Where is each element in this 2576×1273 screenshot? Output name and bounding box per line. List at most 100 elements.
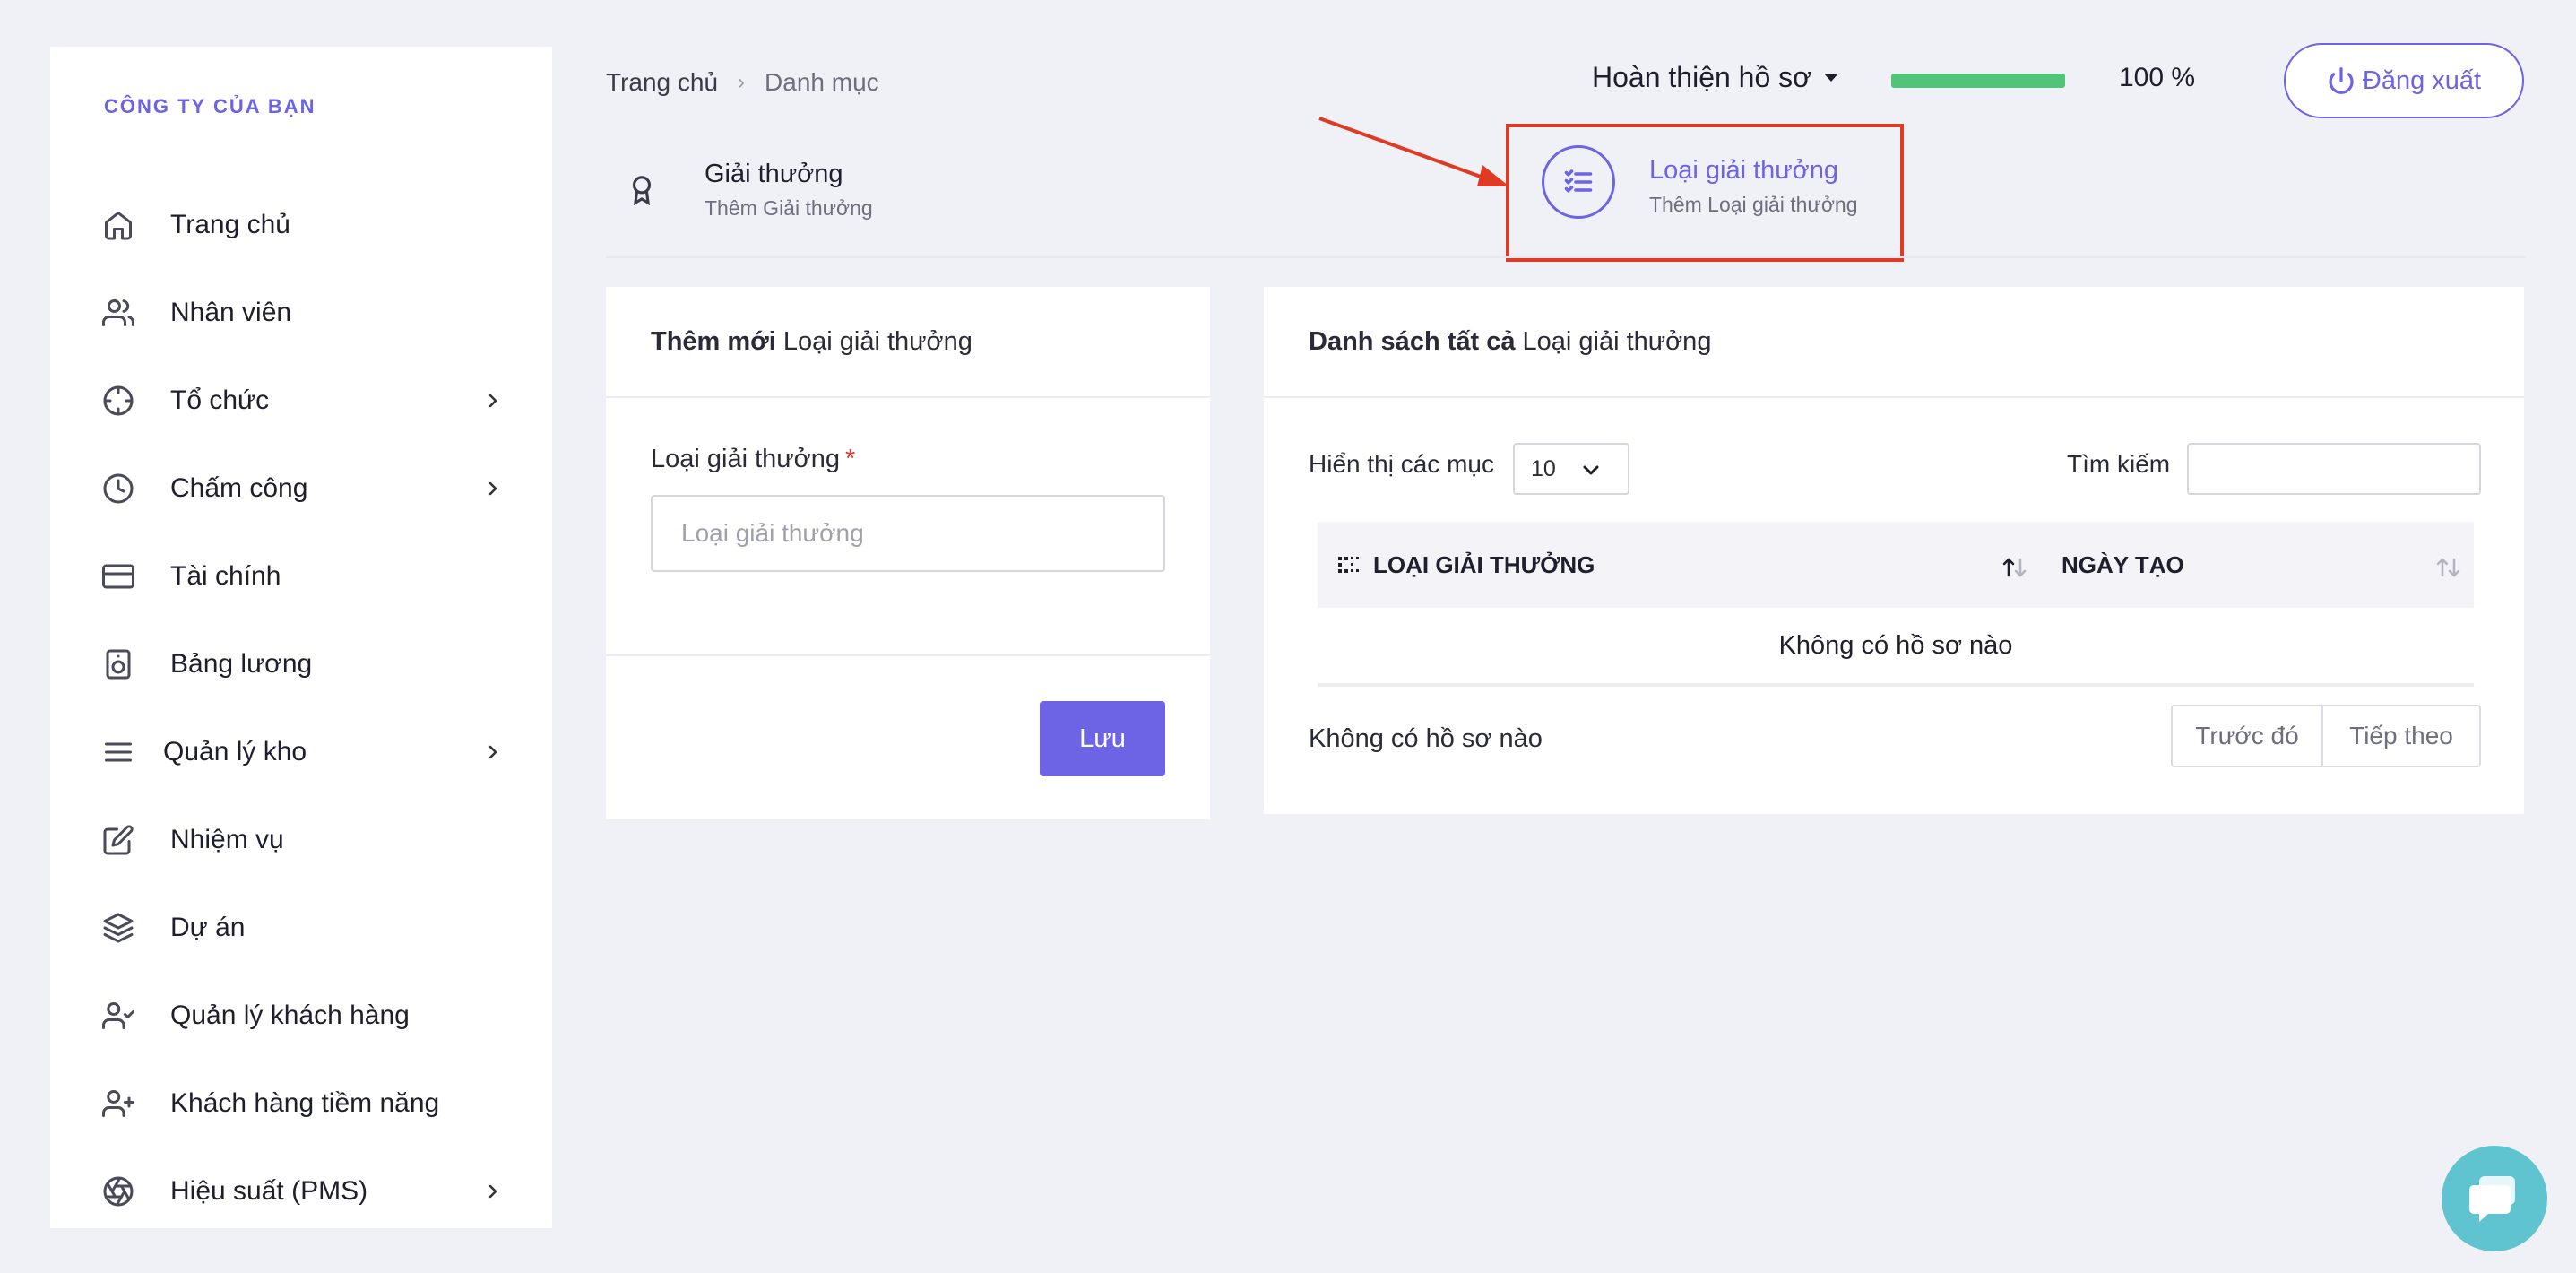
column-header-label: LOẠI GIẢI THƯỞNG xyxy=(1373,550,1595,578)
table-header: LOẠI GIẢI THƯỞNG NGÀY TẠO xyxy=(1318,522,2474,608)
card-heading: Danh sách tất cả Loại giải thưởng xyxy=(1264,287,2524,398)
clock-icon xyxy=(102,472,134,505)
home-icon xyxy=(102,209,134,241)
sidebar-item-payroll[interactable]: Bảng lương xyxy=(102,620,550,708)
sidebar-item-performance[interactable]: Hiệu suất (PMS) xyxy=(102,1147,550,1235)
layers-icon xyxy=(102,912,134,944)
page-length-value: 10 xyxy=(1531,455,1556,481)
card-heading-bold: Thêm mới xyxy=(651,326,776,356)
previous-page-button[interactable]: Trước đó xyxy=(2171,705,2323,767)
caret-down-icon xyxy=(1824,74,1839,82)
card-heading-rest: Loại giải thưởng xyxy=(782,326,972,356)
drag-grip-icon xyxy=(1338,557,1359,573)
profile-completion-dropdown[interactable]: Hoàn thiện hồ sơ xyxy=(1592,61,1839,94)
logout-button[interactable]: Đăng xuất xyxy=(2284,43,2524,118)
profile-progress-text: 100 % xyxy=(2119,63,2196,92)
sidebar-item-tasks[interactable]: Nhiệm vụ xyxy=(102,796,550,884)
sidebar-item-label: Quản lý khách hàng xyxy=(170,1000,410,1030)
table-empty-row: Không có hồ sơ nào xyxy=(1318,608,2474,685)
power-icon xyxy=(2329,67,2354,94)
breadcrumb-current: Danh mục xyxy=(765,68,879,96)
speaker-icon xyxy=(102,648,134,680)
company-name: CÔNG TY CỦA BẠN xyxy=(104,95,316,117)
sidebar-item-label: Chấm công xyxy=(170,473,308,503)
sidebar-item-leads[interactable]: Khách hàng tiềm năng xyxy=(102,1060,550,1147)
sidebar-item-label: Nhân viên xyxy=(170,298,292,327)
menu-icon xyxy=(102,736,134,768)
table-info: Không có hồ sơ nào xyxy=(1309,724,1543,753)
sidebar-item-label: Nhiệm vụ xyxy=(170,825,284,854)
aperture-icon xyxy=(102,1175,134,1208)
column-header-award-type[interactable]: LOẠI GIẢI THƯỞNG xyxy=(1337,522,1595,608)
breadcrumb-separator: › xyxy=(738,70,746,94)
chevron-right-icon xyxy=(484,743,502,761)
tab-title: Loại giải thưởng xyxy=(1649,156,1838,185)
sidebar-item-label: Tổ chức xyxy=(170,385,270,415)
column-header-created-date[interactable]: NGÀY TẠO xyxy=(2062,522,2184,608)
user-plus-icon xyxy=(102,1087,134,1120)
sidebar-item-label: Hiệu suất (PMS) xyxy=(170,1176,368,1206)
sidebar-item-organization[interactable]: Tổ chức xyxy=(102,357,550,445)
chevron-right-icon xyxy=(484,392,502,410)
breadcrumb-home[interactable]: Trang chủ xyxy=(606,68,718,97)
page-length-select[interactable]: 10 xyxy=(1513,443,1629,495)
sidebar-item-label: Dự án xyxy=(170,913,246,942)
sidebar-item-label: Trang chủ xyxy=(170,210,290,239)
chevron-down-icon xyxy=(1583,465,1599,475)
chevron-right-icon xyxy=(484,480,502,498)
logout-label: Đăng xuất xyxy=(2362,65,2482,95)
sidebar-item-attendance[interactable]: Chấm công xyxy=(102,445,550,533)
sidebar-nav: Trang chủ Nhân viên Tổ chức Chấm công Tà… xyxy=(102,181,550,1235)
card-divider xyxy=(606,654,1210,656)
sidebar: CÔNG TY CỦA BẠN Trang chủ Nhân viên Tổ c… xyxy=(50,47,552,1228)
sort-both-icon[interactable] xyxy=(2434,556,2463,579)
sidebar-item-projects[interactable]: Dự án xyxy=(102,884,550,972)
sidebar-item-label: Khách hàng tiềm năng xyxy=(170,1088,440,1118)
award-type-list-card: Danh sách tất cả Loại giải thưởng Hiển t… xyxy=(1264,287,2524,814)
profile-progress-fill xyxy=(1891,74,2065,88)
tab-awards[interactable]: Giải thưởng Thêm Giải thưởng xyxy=(618,160,873,221)
search-input[interactable] xyxy=(2187,443,2481,495)
award-icon xyxy=(618,167,665,213)
annotation-arrow xyxy=(1318,117,1509,186)
sidebar-item-label: Quản lý kho xyxy=(163,737,307,766)
page-length-label: Hiển thị các mục xyxy=(1309,450,1494,478)
tab-subtitle: Thêm Giải thưởng xyxy=(705,196,873,220)
tab-award-types[interactable]: Loại giải thưởng Thêm Loại giải thưởng xyxy=(1542,145,1858,219)
tab-subtitle: Thêm Loại giải thưởng xyxy=(1649,193,1858,216)
credit-card-icon xyxy=(102,560,134,593)
award-type-field-label: Loại giải thưởng * xyxy=(651,445,855,474)
list-check-icon xyxy=(1542,145,1615,219)
required-mark: * xyxy=(844,445,856,473)
card-heading-rest: Loại giải thưởng xyxy=(1522,326,1712,356)
search-label: Tìm kiếm xyxy=(2067,450,2171,478)
tabs-divider xyxy=(606,256,2526,258)
award-type-table: LOẠI GIẢI THƯỞNG NGÀY TẠO Không có hồ sơ… xyxy=(1318,522,2474,685)
sidebar-item-warehouse[interactable]: Quản lý kho xyxy=(102,708,550,796)
next-page-button[interactable]: Tiếp theo xyxy=(2323,705,2481,767)
sidebar-item-finance[interactable]: Tài chính xyxy=(102,533,550,620)
card-heading-bold: Danh sách tất cả xyxy=(1309,326,1516,356)
pagination: Trước đó Tiếp theo xyxy=(2171,705,2481,767)
profile-completion-label: Hoàn thiện hồ sơ xyxy=(1592,61,1812,93)
crosshair-icon xyxy=(102,385,134,417)
tab-title: Giải thưởng xyxy=(705,160,843,188)
chat-bubble-icon xyxy=(2469,1176,2515,1222)
field-label-text: Loại giải thưởng xyxy=(651,445,840,473)
card-heading: Thêm mới Loại giải thưởng xyxy=(606,287,1210,398)
chat-widget-button[interactable] xyxy=(2442,1146,2547,1251)
profile-progress-bar xyxy=(1891,74,2065,88)
award-type-input[interactable] xyxy=(651,495,1165,572)
sort-ascending-icon[interactable] xyxy=(2001,556,2029,579)
sidebar-item-employees[interactable]: Nhân viên xyxy=(102,269,550,357)
sidebar-item-home[interactable]: Trang chủ xyxy=(102,181,550,269)
save-button[interactable]: Lưu xyxy=(1040,701,1165,776)
sidebar-item-label: Tài chính xyxy=(170,561,281,591)
sidebar-item-label: Bảng lương xyxy=(170,649,313,679)
chevron-right-icon xyxy=(484,1182,502,1200)
edit-icon xyxy=(102,824,134,856)
breadcrumb: Trang chủ › Danh mục xyxy=(606,68,879,97)
add-award-type-card: Thêm mới Loại giải thưởng Loại giải thưở… xyxy=(606,287,1210,819)
sidebar-item-customers[interactable]: Quản lý khách hàng xyxy=(102,972,550,1060)
column-header-label: NGÀY TẠO xyxy=(2062,550,2184,578)
